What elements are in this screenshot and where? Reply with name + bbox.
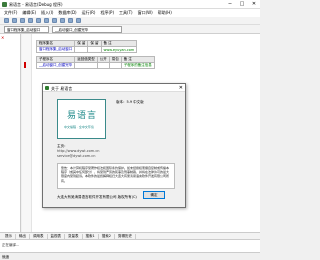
window-title: 易语言 - 易语言(Debug 程序) xyxy=(9,2,63,7)
menu-help[interactable]: 帮助(H) xyxy=(158,10,172,16)
save-icon[interactable] xyxy=(20,18,25,23)
tab-search2[interactable]: 搜索2 xyxy=(99,233,115,239)
tab-search1[interactable]: 搜索1 xyxy=(83,233,99,239)
new-file-icon[interactable] xyxy=(4,18,9,23)
menu-database[interactable]: 数据库(D) xyxy=(58,10,76,16)
tab-call-stack[interactable]: 调用表 xyxy=(30,233,48,239)
assembly-name-cell[interactable]: 窗口程序集_启动窗口 xyxy=(35,46,76,53)
dialog-close-button[interactable]: ✕ xyxy=(179,85,183,91)
menu-run[interactable]: 运行(R) xyxy=(82,10,96,16)
status-text: 就绪 xyxy=(2,255,9,259)
menu-edit[interactable]: 编辑(E) xyxy=(22,10,36,16)
dialog-title: 关于 易语言 xyxy=(51,86,73,91)
class-selector[interactable]: 窗口程序集_启动窗口 xyxy=(4,26,49,33)
menu-program[interactable]: 程序(P) xyxy=(101,10,115,16)
undo-icon[interactable] xyxy=(52,18,57,23)
empty-cell[interactable] xyxy=(74,62,98,69)
app-icon xyxy=(2,2,7,7)
disclaimer-text: 警告：本计算机程序受著作权法和国际条约保护。如未经授权而擅自复制或传播本程序（或… xyxy=(57,163,175,189)
menu-file[interactable]: 文件(F) xyxy=(4,10,17,16)
tab-variables[interactable]: 变量表 xyxy=(65,233,83,239)
logo-text: 易语言 xyxy=(67,111,98,121)
copyright-text: 大连大有吴涛易语言软件开发有限公司 版权所有(C) xyxy=(57,195,137,199)
header-cell: 返回值类型 xyxy=(74,56,98,63)
cut-icon[interactable] xyxy=(28,18,33,23)
panel-close-icon[interactable]: ✕ xyxy=(1,35,4,40)
paste-icon[interactable] xyxy=(44,18,49,23)
window-controls: ─ □ ✕ xyxy=(224,0,260,8)
menu-tools[interactable]: 工具(T) xyxy=(119,10,133,16)
empty-cell[interactable] xyxy=(74,46,89,53)
stop-icon[interactable] xyxy=(76,18,81,23)
tab-watch[interactable]: 监视表 xyxy=(48,233,65,239)
dialog-app-icon xyxy=(45,86,49,90)
close-button[interactable]: ✕ xyxy=(248,0,260,8)
dialog-title-bar: 关于 易语言 ✕ xyxy=(43,84,185,92)
method-selector[interactable]: __启动窗口_创建完毕 xyxy=(52,26,122,33)
product-logo: 易语言 中文编程 · 全中文环境 xyxy=(57,99,106,139)
breakpoint-marker xyxy=(24,62,26,68)
output-panel[interactable]: 正在编译... xyxy=(0,239,260,252)
maximize-button[interactable]: □ xyxy=(236,0,248,8)
navigation-bar: 窗口程序集_启动窗口 __启动窗口_创建完毕 xyxy=(0,25,260,34)
editor-gutter xyxy=(22,34,32,232)
empty-cell[interactable] xyxy=(87,46,102,53)
open-folder-icon[interactable] xyxy=(12,18,17,23)
assembly-comment-cell[interactable]: www.eyuyan.com xyxy=(100,46,138,53)
tab-output[interactable]: 输出 xyxy=(16,233,30,239)
tab-clip-history[interactable]: 剪辑历史 xyxy=(115,233,136,239)
assembly-table: 程序集名 保 留 保 留 备 注 窗口程序集_启动窗口 www.eyuyan.c… xyxy=(35,40,138,53)
minimize-button[interactable]: ─ xyxy=(224,0,236,8)
bottom-tab-bar: 提示 输出 调用表 监视表 变量表 搜索1 搜索2 剪辑历史 xyxy=(0,232,260,239)
subroutine-name-cell[interactable]: __启动窗口_创建完毕 xyxy=(35,62,76,69)
redo-icon[interactable] xyxy=(60,18,65,23)
logo-subtitle: 中文编程 · 全中文环境 xyxy=(64,125,94,129)
copy-icon[interactable] xyxy=(36,18,41,23)
email-link[interactable]: service@dywt.com.cn xyxy=(57,154,99,159)
empty-cell[interactable] xyxy=(108,62,122,69)
menu-bar: 文件(F) 编辑(E) 插入(I) 数据库(D) 运行(R) 程序(P) 工具(… xyxy=(0,9,260,17)
about-dialog: 关于 易语言 ✕ 易语言 中文编程 · 全中文环境 版本：5.9 中文版 主页：… xyxy=(42,83,186,208)
tab-tips[interactable]: 提示 xyxy=(2,233,16,239)
menu-window[interactable]: 窗口(W) xyxy=(138,10,153,16)
empty-cell[interactable] xyxy=(96,62,110,69)
status-bar: 就绪 xyxy=(0,252,260,260)
contact-info: 主页： http://www.dywt.com.cn service@dywt.… xyxy=(57,144,99,159)
title-bar: 易语言 - 易语言(Debug 程序) ─ □ ✕ xyxy=(0,0,260,9)
project-panel: ✕ xyxy=(0,34,21,232)
subroutine-table: 子程序名 返回值类型 公开 易包 备 注 __启动窗口_创建完毕 子程序的备注信… xyxy=(35,56,155,69)
run-icon[interactable] xyxy=(68,18,73,23)
output-line: 正在编译... xyxy=(2,243,20,247)
ok-button[interactable]: 确定 xyxy=(143,191,165,199)
version-label: 版本：5.9 中文版 xyxy=(116,100,144,104)
menu-insert[interactable]: 插入(I) xyxy=(41,10,53,16)
subroutine-comment-cell[interactable]: 子程序的备注信息 xyxy=(120,62,155,69)
toolbar xyxy=(0,17,260,25)
